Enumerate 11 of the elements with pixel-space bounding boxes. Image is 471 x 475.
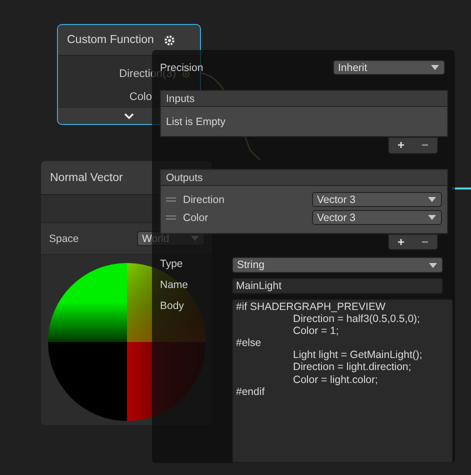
output-name: Direction [183,194,226,206]
field-label: Type [160,257,184,272]
node-title: Custom Function [67,34,154,46]
port-label: Colo [129,90,152,103]
field-label: Precision [160,62,204,74]
output-name: Color [183,212,210,224]
empty-list-text: List is Empty [166,116,226,128]
field-label: Name [160,278,190,293]
field-label: Body [160,299,185,314]
node-title: Normal Vector [50,172,123,184]
field-label: Space [49,232,79,244]
